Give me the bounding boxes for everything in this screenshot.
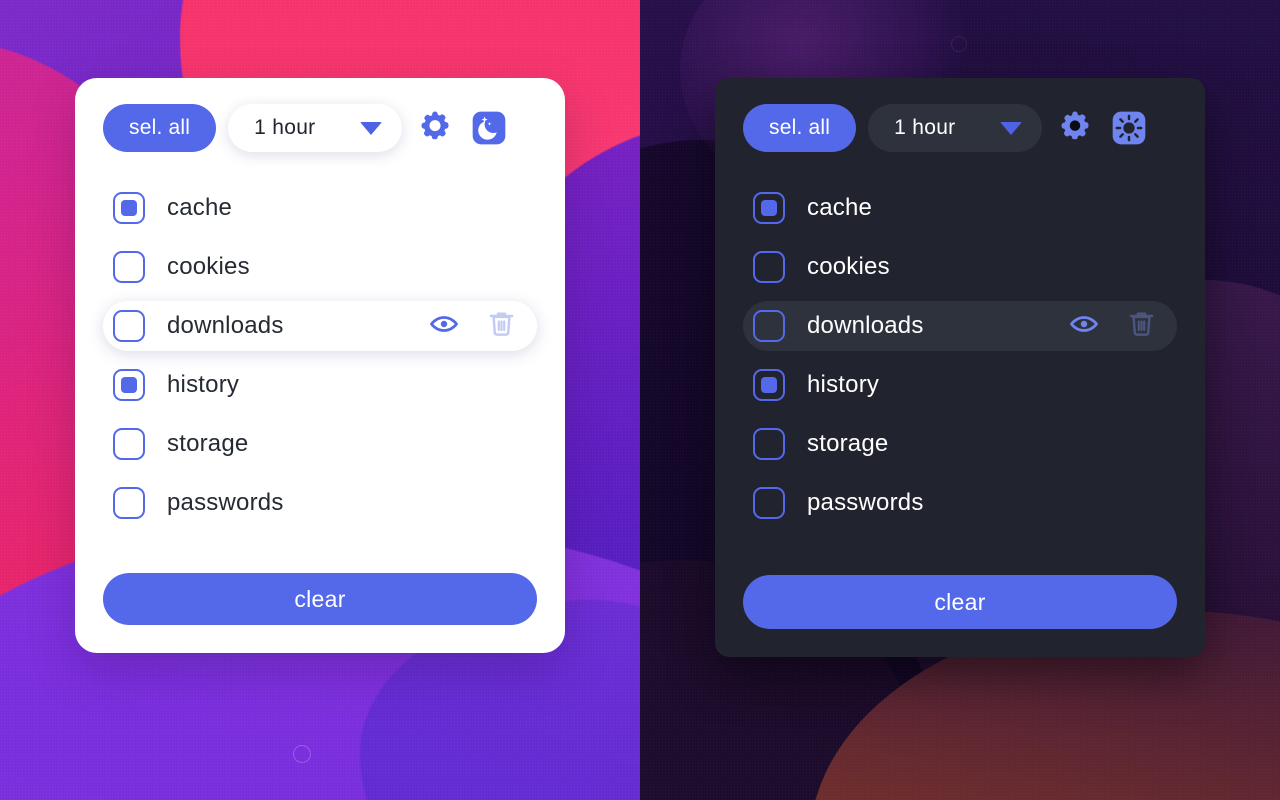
screenshot-stage: sel. all 1 hour cache cookies downloads … [0, 0, 1280, 800]
list-item[interactable]: cache [103, 183, 537, 233]
checkbox-passwords[interactable] [753, 487, 785, 519]
clear-data-card-dark: sel. all 1 hour cache cookies downloads … [715, 78, 1205, 657]
checkbox-passwords[interactable] [113, 487, 145, 519]
list-item-label: storage [167, 430, 249, 457]
checkbox-cache[interactable] [113, 192, 145, 224]
home-indicator [293, 745, 311, 763]
list-item[interactable]: history [743, 360, 1177, 410]
list-item[interactable]: storage [103, 419, 537, 469]
chevron-down-icon [360, 121, 383, 135]
list-item[interactable]: cookies [743, 242, 1177, 292]
list-item-label: cache [167, 194, 233, 221]
checkbox-cache[interactable] [753, 192, 785, 224]
gear-icon[interactable] [1054, 107, 1096, 149]
checkbox-storage[interactable] [753, 428, 785, 460]
dark-theme-panel: sel. all 1 hour cache cookies downloads … [640, 0, 1280, 800]
toolbar: sel. all 1 hour [743, 104, 1177, 158]
select-all-button[interactable]: sel. all [103, 104, 217, 152]
list-item-label: downloads [807, 312, 924, 339]
clear-button[interactable]: clear [743, 575, 1177, 629]
sun-icon[interactable] [1108, 107, 1150, 149]
list-item-label: cache [807, 194, 873, 221]
toolbar: sel. all 1 hour [103, 104, 537, 158]
trash-icon[interactable] [1126, 308, 1157, 344]
clear-button[interactable]: clear [103, 573, 537, 625]
list-item[interactable]: passwords [103, 478, 537, 528]
list-item-label: history [807, 371, 880, 398]
list-item-label: cookies [167, 253, 250, 280]
list-item-label: passwords [167, 489, 284, 516]
list-item[interactable]: history [103, 360, 537, 410]
moon-icon[interactable] [468, 107, 510, 149]
list-item-label: passwords [807, 489, 924, 516]
checkbox-storage[interactable] [113, 428, 145, 460]
eye-icon[interactable] [428, 308, 460, 345]
list-item-label: storage [807, 430, 889, 457]
row-actions [428, 308, 523, 345]
list-item[interactable]: cookies [103, 242, 537, 292]
checkbox-history[interactable] [753, 369, 785, 401]
eye-icon[interactable] [1068, 308, 1100, 345]
checkbox-history[interactable] [113, 369, 145, 401]
list-item[interactable]: storage [743, 419, 1177, 469]
trash-icon[interactable] [486, 308, 517, 344]
data-type-list-light: cache cookies downloads history storage … [103, 158, 537, 545]
list-item-label: history [167, 371, 240, 398]
row-actions [1068, 308, 1163, 345]
timeframe-select[interactable]: 1 hour [868, 104, 1043, 152]
select-all-button[interactable]: sel. all [743, 104, 857, 152]
timeframe-value: 1 hour [894, 116, 956, 139]
timeframe-value: 1 hour [254, 116, 316, 139]
checkbox-downloads[interactable] [113, 310, 145, 342]
checkbox-cookies[interactable] [753, 251, 785, 283]
gear-icon[interactable] [414, 107, 456, 149]
home-indicator [951, 36, 967, 52]
checkbox-cookies[interactable] [113, 251, 145, 283]
list-item-active[interactable]: downloads [103, 301, 537, 351]
data-type-list-dark: cache cookies downloads history storage … [743, 158, 1177, 545]
timeframe-select[interactable]: 1 hour [228, 104, 403, 152]
list-item-label: cookies [807, 253, 890, 280]
clear-data-card-light: sel. all 1 hour cache cookies downloads … [75, 78, 565, 653]
list-item-label: downloads [167, 312, 284, 339]
list-item[interactable]: cache [743, 183, 1177, 233]
light-theme-panel: sel. all 1 hour cache cookies downloads … [0, 0, 640, 800]
checkbox-downloads[interactable] [753, 310, 785, 342]
list-item[interactable]: passwords [743, 478, 1177, 528]
list-item-active[interactable]: downloads [743, 301, 1177, 351]
chevron-down-icon [1000, 121, 1023, 135]
